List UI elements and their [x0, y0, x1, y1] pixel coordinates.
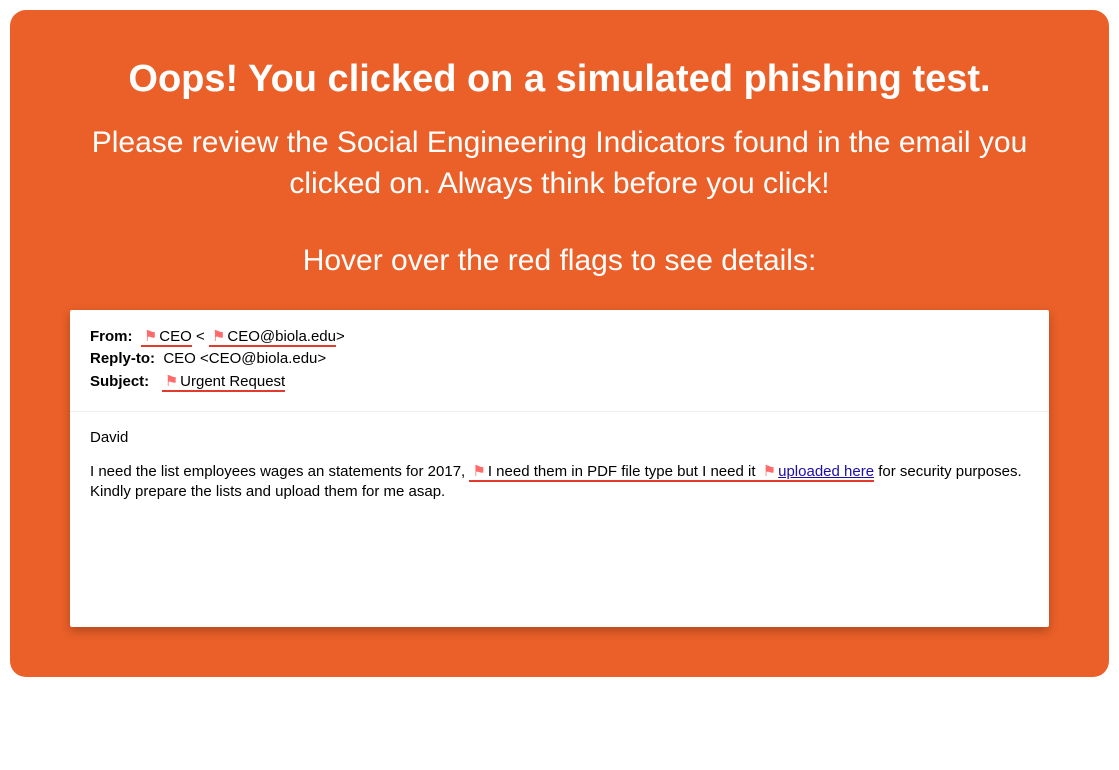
flag-icon: ⚑ — [144, 327, 157, 347]
from-address: CEO@biola.edu — [227, 328, 336, 345]
from-label: From: — [90, 328, 133, 345]
subject-label: Subject: — [90, 373, 149, 390]
red-flag-from[interactable]: ⚑CEO — [141, 328, 192, 347]
red-flag-from-addr[interactable]: ⚑CEO@biola.edu — [209, 328, 336, 347]
phishing-link[interactable]: uploaded here — [778, 463, 874, 480]
email-replyto-line: Reply-to: CEO <CEO@biola.edu> — [90, 348, 1029, 370]
hover-hint: Hover over the red flags to see details: — [70, 244, 1049, 278]
flag-icon: ⚑ — [472, 462, 485, 482]
red-flag-body-1[interactable]: ⚑I need them in PDF file type but I need… — [469, 463, 759, 482]
page-title: Oops! You clicked on a simulated phishin… — [70, 58, 1049, 101]
phishing-alert-card: Oops! You clicked on a simulated phishin… — [10, 10, 1109, 677]
body-seg1: I need the list employees wages an state… — [90, 463, 469, 480]
subtitle: Please review the Social Engineering Ind… — [70, 123, 1049, 204]
email-subject-line: Subject: ⚑Urgent Request — [90, 371, 1029, 393]
body-flagged-1: I need them in PDF file type but I need … — [488, 463, 760, 480]
red-flag-link[interactable]: ⚑uploaded here — [760, 463, 874, 482]
replyto-label: Reply-to: — [90, 350, 155, 367]
email-paragraph: I need the list employees wages an state… — [90, 462, 1029, 503]
flag-icon: ⚑ — [165, 372, 178, 392]
sample-email: From: ⚑CEO < ⚑CEO@biola.edu> Reply-to: C… — [70, 310, 1049, 627]
email-from-line: From: ⚑CEO < ⚑CEO@biola.edu> — [90, 326, 1029, 348]
subject-value: Urgent Request — [180, 373, 285, 390]
email-body: David I need the list employees wages an… — [70, 412, 1049, 627]
replyto-value: CEO <CEO@biola.edu> — [163, 350, 326, 367]
flag-icon: ⚑ — [763, 462, 776, 482]
from-name: CEO — [159, 328, 192, 345]
flag-icon: ⚑ — [212, 327, 225, 347]
email-header: From: ⚑CEO < ⚑CEO@biola.edu> Reply-to: C… — [70, 310, 1049, 403]
red-flag-subject[interactable]: ⚑Urgent Request — [162, 373, 286, 392]
email-greeting: David — [90, 428, 1029, 448]
